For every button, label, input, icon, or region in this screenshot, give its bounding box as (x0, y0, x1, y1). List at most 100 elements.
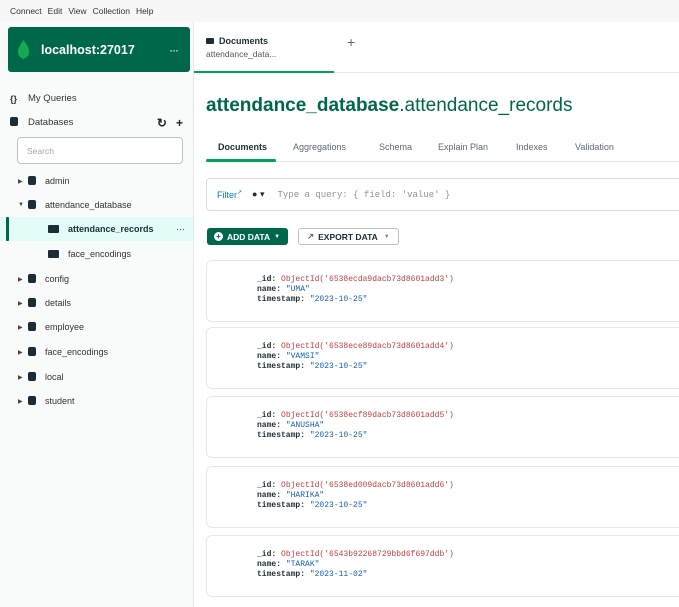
tree-db-face-encodings[interactable]: ▶ face_encodings (0, 340, 193, 364)
tree-db-config[interactable]: ▶ config (0, 267, 193, 291)
field-value: "TARAK" (285, 560, 320, 569)
tree-label: face_encodings (45, 347, 109, 357)
connection-more-icon[interactable]: ··· (169, 43, 179, 57)
database-icon (28, 200, 37, 210)
menu-view[interactable]: View (68, 6, 86, 16)
chevron-right-icon: ▶ (18, 276, 23, 283)
field-key: name: (257, 491, 282, 500)
tree-label: employee (45, 322, 85, 332)
tab-validation[interactable]: Validation (575, 142, 614, 152)
namespace-title: attendance_database.attendance_records (206, 95, 572, 117)
my-queries-item[interactable]: {} My Queries (10, 93, 77, 104)
add-database-icon[interactable]: + (176, 116, 183, 130)
tree-db-student[interactable]: ▶ student (0, 389, 193, 413)
database-icon (28, 396, 37, 406)
chevron-down-icon: ▼ (383, 233, 390, 240)
filter-bar: Filter↗ ● ▾ Type a query: { field: 'valu… (206, 178, 679, 211)
field-value: "2023-10-25" (309, 362, 368, 371)
field-value: ObjectId('6538ecf89dacb73d8601add5') (281, 411, 454, 420)
field-key: name: (257, 352, 282, 361)
connection-header[interactable]: localhost:27017 ··· (8, 27, 190, 72)
tree-collection-face-encodings[interactable]: face_encodings (0, 242, 193, 266)
tab-schema[interactable]: Schema (379, 142, 412, 152)
database-actions: ↻ + (157, 116, 183, 130)
chevron-down-icon: ▼ (18, 202, 24, 208)
chevron-right-icon: ▶ (18, 324, 23, 331)
field-value: ObjectId('6538ed009dacb73d8601add6') (281, 481, 454, 490)
add-tab-icon[interactable]: + (347, 34, 355, 50)
database-icon (10, 117, 20, 128)
document-card[interactable]: _id: ObjectId('6538ecf89dacb73d8601add5'… (206, 396, 679, 458)
tab-subtitle: attendance_data... (206, 49, 277, 59)
field-key: _id: (257, 275, 277, 284)
query-options-icon[interactable]: ● ▾ (252, 189, 264, 200)
menu-edit[interactable]: Edit (48, 6, 63, 16)
chevron-right-icon: ▶ (18, 349, 23, 356)
tree-label: local (45, 372, 64, 382)
tree-label: config (45, 274, 70, 284)
field-value: "ANUSHA" (285, 421, 325, 430)
database-icon (28, 274, 37, 284)
mongodb-leaf-icon (18, 39, 29, 60)
tab-explain-plan[interactable]: Explain Plan (438, 142, 488, 152)
field-value: ObjectId('6538ecda9dacb73d8601add3') (281, 275, 454, 284)
tree-collection-attendance-records[interactable]: attendance_records ··· (0, 217, 193, 241)
menu-help[interactable]: Help (136, 6, 153, 16)
databases-label: Databases (28, 117, 74, 128)
tab-indexes[interactable]: Indexes (516, 142, 548, 152)
tab-documents-view[interactable]: Documents (218, 142, 267, 152)
tree-db-admin[interactable]: ▶ admin (0, 169, 193, 193)
refresh-icon[interactable]: ↻ (157, 116, 167, 130)
namespace-database: attendance_database (206, 95, 400, 116)
document-card[interactable]: _id: ObjectId('6538ece89dacb73d8601add4'… (206, 327, 679, 389)
field-value: "2023-10-25" (309, 501, 368, 510)
tree-label: face_encodings (68, 249, 132, 259)
sidebar-search-input[interactable]: Search (17, 137, 183, 164)
add-data-button[interactable]: + ADD DATA ▼ (207, 228, 289, 245)
tree-label: details (45, 298, 72, 308)
tree-db-attendance-database[interactable]: ▼ attendance_database (0, 193, 193, 217)
field-key: timestamp: (257, 570, 306, 579)
chevron-right-icon: ▶ (18, 374, 23, 381)
field-key: _id: (257, 481, 277, 490)
field-value: ObjectId('6538ece89dacb73d8601add4') (281, 342, 454, 351)
tree-db-employee[interactable]: ▶ employee (0, 315, 193, 339)
databases-item[interactable]: Databases (10, 117, 73, 128)
filter-label[interactable]: Filter↗ (217, 189, 242, 200)
my-queries-label: My Queries (28, 93, 77, 104)
database-icon (28, 347, 37, 357)
export-data-button[interactable]: ↗ EXPORT DATA ▼ (298, 228, 399, 245)
field-value: "VAMSI" (285, 352, 320, 361)
field-key: name: (257, 285, 282, 294)
folder-icon (206, 38, 214, 44)
document-card[interactable]: _id: ObjectId('6538ed009dacb73d8601add6'… (206, 466, 679, 528)
field-key: timestamp: (257, 295, 306, 304)
export-data-label: EXPORT DATA (318, 231, 378, 242)
filter-query-input[interactable]: Type a query: { field: 'value' } (278, 190, 451, 200)
field-value: "HARIKA" (285, 491, 325, 500)
field-key: name: (257, 560, 282, 569)
database-icon (28, 176, 37, 186)
field-key: _id: (257, 550, 277, 559)
chevron-right-icon: ▶ (18, 300, 23, 307)
tab-aggregations[interactable]: Aggregations (293, 142, 346, 152)
tab-documents[interactable]: Documents attendance_data... (194, 22, 334, 73)
field-key: timestamp: (257, 431, 306, 440)
document-card[interactable]: _id: ObjectId('6543b92268729bbd6f697ddb'… (206, 535, 679, 597)
chevron-right-icon: ▶ (18, 178, 23, 185)
document-card[interactable]: _id: ObjectId('6538ecda9dacb73d8601add3'… (206, 260, 679, 322)
collection-more-icon[interactable]: ··· (176, 224, 185, 234)
tree-label: admin (45, 176, 70, 186)
database-icon (28, 372, 37, 382)
add-data-label: ADD DATA (227, 231, 271, 242)
tree-label: student (45, 396, 75, 406)
tree-db-local[interactable]: ▶ local (0, 365, 193, 389)
field-value: "2023-10-25" (309, 295, 368, 304)
tree-db-details[interactable]: ▶ details (0, 291, 193, 315)
menu-collection[interactable]: Collection (93, 6, 130, 16)
field-key: name: (257, 421, 282, 430)
field-key: timestamp: (257, 501, 306, 510)
menu-connect[interactable]: Connect (10, 6, 42, 16)
field-key: _id: (257, 342, 277, 351)
field-value: "2023-11-02" (309, 570, 368, 579)
